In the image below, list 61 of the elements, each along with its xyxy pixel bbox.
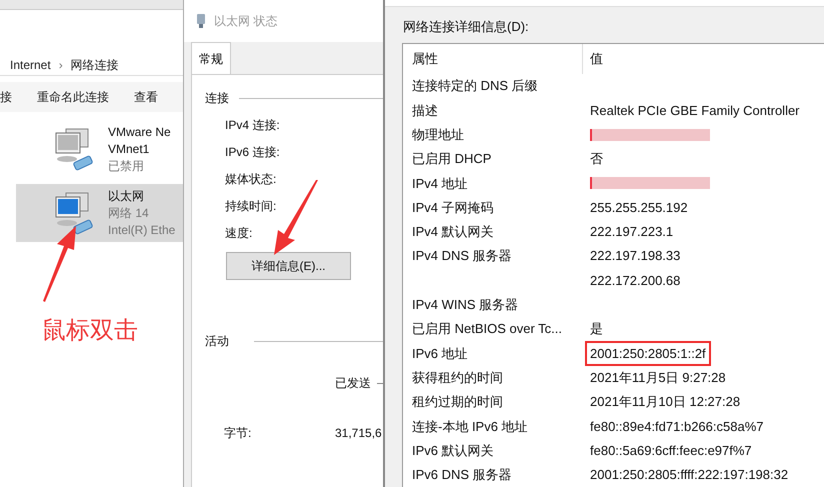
- connection-item[interactable]: VMware Ne VMnet1 已禁用: [16, 120, 183, 178]
- property-value: 222.172.200.68: [590, 272, 680, 290]
- sent-label: 已发送: [335, 375, 371, 392]
- annotation-caption: 鼠标双击: [42, 316, 138, 346]
- property-value: 222.197.198.33: [590, 247, 680, 266]
- column-header[interactable]: 值: [583, 49, 603, 69]
- property-value: 255.255.255.192: [590, 198, 688, 217]
- field-label: 媒体状态:: [225, 171, 278, 188]
- property-value: 2021年11月10日 12:27:28: [590, 393, 740, 412]
- field-label: 持续时间:: [225, 198, 278, 215]
- window-title: 以太网 状态: [214, 13, 278, 30]
- property-value: 222.197.223.1: [590, 223, 674, 242]
- property-value: Realtek PCIe GBE Family Controller: [590, 102, 800, 120]
- field-label: IPv6 连接:: [225, 144, 281, 161]
- connection-status: 已禁用: [108, 158, 145, 174]
- property-name: 连接-本地 IPv6 地址: [412, 418, 528, 434]
- field-label: 速度:: [225, 225, 254, 242]
- breadcrumb-item[interactable]: Internet: [10, 56, 51, 74]
- property-name: IPv4 WINS 服务器: [412, 297, 518, 312]
- connection-item[interactable]: 以太网 网络 14 Intel(R) Ethe: [16, 184, 183, 242]
- property-name: 已启用 DHCP: [412, 151, 492, 166]
- property-name: 租约过期的时间: [412, 394, 503, 410]
- property-value: fe80::5a69:6cff:feec:e97f%7: [590, 442, 752, 460]
- bytes-value: 31,715,6: [335, 425, 382, 442]
- property-name: 获得租约的时间: [412, 370, 503, 385]
- toolbar-command[interactable]: 查看: [134, 88, 158, 106]
- tab[interactable]: 常规: [191, 42, 231, 74]
- field-label: 字节:: [224, 425, 252, 442]
- property-value: 2021年11月5日 9:27:28: [590, 368, 726, 387]
- property-name: IPv4 地址: [412, 176, 468, 191]
- details-button[interactable]: 详细信息(E)...: [226, 252, 351, 280]
- property-name: IPv4 默认网关: [412, 224, 494, 240]
- property-value: 否: [590, 150, 603, 168]
- connection-name: 以太网: [108, 188, 145, 204]
- property-name: 物理地址: [412, 126, 464, 142]
- property-name: IPv6 地址: [412, 346, 468, 361]
- property-name: IPv6 DNS 服务器: [412, 467, 512, 482]
- connection-network: VMnet1: [108, 140, 150, 158]
- connection-status: Intel(R) Ethe: [108, 222, 176, 238]
- property-value: fe80::89e4:fd71:b266:c58a%7: [590, 418, 764, 436]
- highlighted-value: 2001:250:2805:1::2f: [585, 340, 711, 366]
- group-heading: 连接: [205, 90, 229, 107]
- field-label: IPv4 连接:: [225, 117, 281, 134]
- property-name: IPv4 子网掩码: [412, 200, 494, 215]
- group-heading: 活动: [205, 333, 229, 350]
- property-name: 已启用 NetBIOS over Tc...: [412, 321, 562, 336]
- property-name: IPv4 DNS 服务器: [412, 248, 512, 264]
- network-adapter-icon: [196, 14, 206, 28]
- column-header[interactable]: 属性: [403, 44, 583, 74]
- connection-name: VMware Ne: [108, 124, 171, 140]
- breadcrumb-separator: ›: [58, 56, 63, 74]
- property-value: 是: [590, 320, 603, 338]
- toolbar-command[interactable]: 接: [0, 88, 12, 106]
- list-label: 网络连接详细信息(D):: [403, 18, 530, 36]
- property-name: 描述: [412, 102, 438, 118]
- connection-network: 网络 14: [108, 204, 150, 222]
- property-name: 连接特定的 DNS 后缀: [412, 78, 538, 94]
- property-value: 2001:250:2805:ffff:222:197:198:32: [590, 466, 788, 484]
- property-name: IPv6 默认网关: [412, 442, 494, 458]
- breadcrumb-item[interactable]: 网络连接: [70, 56, 119, 74]
- toolbar-command[interactable]: 重命名此连接: [37, 88, 109, 106]
